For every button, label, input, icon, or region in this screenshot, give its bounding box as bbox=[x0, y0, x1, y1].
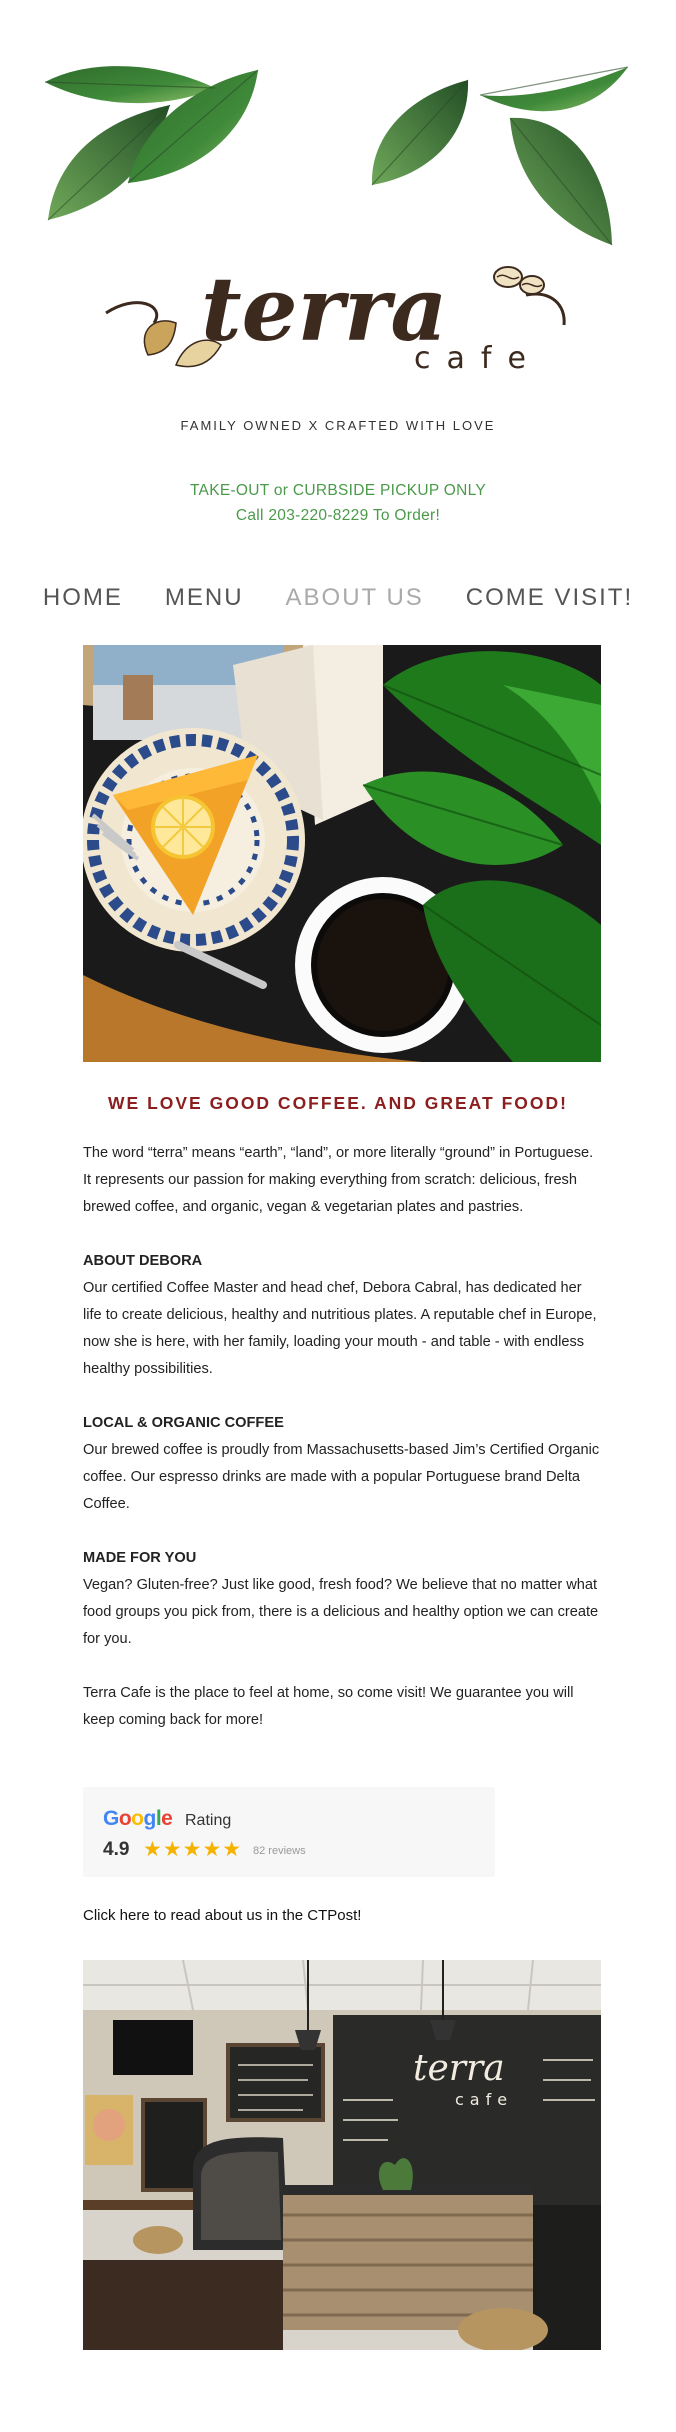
rating-label: Rating bbox=[185, 1812, 232, 1829]
terra-cafe-logo[interactable]: terra cafe bbox=[96, 235, 576, 380]
notice-phone[interactable]: Call 203-220-8229 To Order! bbox=[0, 503, 676, 528]
star-rating-icon: ★★★★★ bbox=[143, 1838, 243, 1861]
intro-paragraph: The word “terra” means “earth”, “land”, … bbox=[83, 1145, 594, 1215]
logo-subtitle: cafe bbox=[414, 341, 542, 376]
google-logo: Google bbox=[103, 1807, 173, 1830]
about-content: The word “terra” means “earth”, “land”, … bbox=[83, 1140, 603, 1761]
ctpost-link[interactable]: Click here to read about us in the CTPos… bbox=[83, 1907, 361, 1924]
google-rating-widget[interactable]: Google Rating 4.9 ★★★★★ 82 reviews bbox=[83, 1787, 495, 1877]
local-organic-coffee: LOCAL & ORGANIC COFFEE Our brewed coffee… bbox=[83, 1410, 603, 1518]
review-count[interactable]: 82 reviews bbox=[253, 1845, 306, 1857]
nav-menu[interactable]: MENU bbox=[165, 584, 244, 612]
cafe-interior-photo: terra cafe bbox=[83, 1960, 601, 2350]
nav-about-us[interactable]: ABOUT US bbox=[286, 584, 424, 612]
interior-sign-main: terra bbox=[413, 2048, 505, 2089]
interior-sign-sub: cafe bbox=[455, 2090, 513, 2109]
tagline: FAMILY OWNED X CRAFTED WITH LOVE bbox=[180, 418, 496, 433]
made-for-you-body: Vegan? Gluten-free? Just like good, fres… bbox=[83, 1577, 599, 1647]
leaves-illustration bbox=[44, 66, 629, 246]
order-notice: TAKE-OUT or CURBSIDE PICKUP ONLY Call 20… bbox=[0, 478, 676, 528]
logo-wordmark: terra bbox=[201, 257, 447, 361]
rating-score: 4.9 bbox=[103, 1839, 130, 1860]
local-organic-title: LOCAL & ORGANIC COFFEE bbox=[83, 1415, 284, 1431]
made-for-you: MADE FOR YOU Vegan? Gluten-free? Just li… bbox=[83, 1545, 603, 1653]
main-nav: HOME MENU ABOUT US COME VISIT! bbox=[0, 584, 676, 612]
made-for-you-title: MADE FOR YOU bbox=[83, 1550, 197, 1566]
about-debora: ABOUT DEBORA Our certified Coffee Master… bbox=[83, 1248, 603, 1383]
nav-home[interactable]: HOME bbox=[43, 584, 123, 612]
section-headline: WE LOVE GOOD COFFEE. AND GREAT FOOD! bbox=[108, 1093, 568, 1113]
closing-paragraph: Terra Cafe is the place to feel at home,… bbox=[83, 1685, 574, 1728]
local-organic-body: Our brewed coffee is proudly from Massac… bbox=[83, 1442, 600, 1512]
nav-come-visit[interactable]: COME VISIT! bbox=[466, 584, 633, 612]
coffee-table-photo bbox=[83, 645, 601, 1062]
about-debora-title: ABOUT DEBORA bbox=[83, 1253, 203, 1269]
about-debora-body: Our certified Coffee Master and head che… bbox=[83, 1280, 597, 1377]
notice-takeout: TAKE-OUT or CURBSIDE PICKUP ONLY bbox=[189, 482, 487, 499]
